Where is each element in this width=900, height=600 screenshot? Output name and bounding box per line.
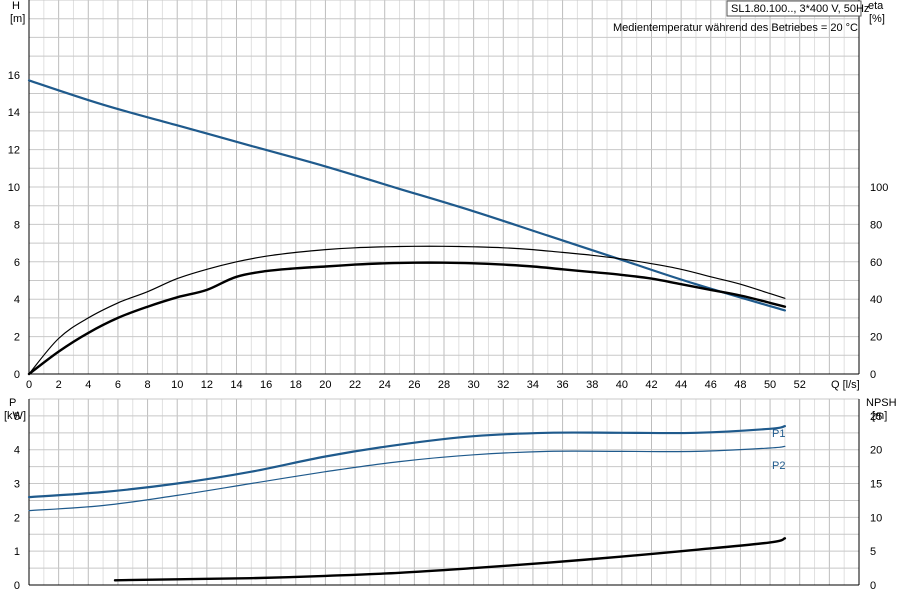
- top-left-tick-label: 14: [8, 107, 20, 119]
- bottom-grid: [28, 398, 860, 586]
- bottom-left-tick-label: 2: [14, 512, 20, 524]
- top-x-tick-label: 28: [438, 379, 450, 391]
- top-x-tick-label: 10: [171, 379, 183, 391]
- left-axis-label-h: H: [12, 0, 20, 12]
- top-x-tick-label: 34: [527, 379, 539, 391]
- series-label-p2: P2: [772, 460, 785, 472]
- top-x-tick-label: 20: [319, 379, 331, 391]
- bottom-left-tick-label: 1: [14, 546, 20, 558]
- top-x-tick-label: 4: [85, 379, 91, 391]
- top-x-tick-label: 6: [115, 379, 121, 391]
- bottom-left-tick-label: 0: [14, 580, 20, 592]
- top-x-tick-label: 8: [145, 379, 151, 391]
- bottom-right-tick-label: 20: [870, 445, 882, 457]
- top-x-tick-label: 42: [645, 379, 657, 391]
- chart-canvas: 02468101214160204060801000 2 4 6 8 10 12 14 16 18…: [4, 0, 897, 592]
- top-x-tick-label: 24: [379, 379, 391, 391]
- top-left-tick-label: 6: [14, 257, 20, 269]
- bottom-right-tick-label: 5: [870, 546, 876, 558]
- bottom-right-tick-label: 15: [870, 479, 882, 491]
- bottom-left-tick-label: 3: [14, 479, 20, 491]
- top-left-tick-label: 8: [14, 219, 20, 231]
- top-x-tick-label: 18: [290, 379, 302, 391]
- top-x-tick-label: 38: [586, 379, 598, 391]
- top-right-tick-label: 20: [870, 332, 882, 344]
- right-axis-unit-m: [m]: [872, 410, 887, 422]
- top-x-tick-label: 44: [675, 379, 687, 391]
- bottom-right-tick-label: 10: [870, 512, 882, 524]
- top-x-tick-label: 32: [497, 379, 509, 391]
- top-grid: [28, 0, 860, 375]
- top-x-tick-label: 52: [794, 379, 806, 391]
- left-axis-label-p: P: [9, 397, 16, 409]
- top-x-tick-label: 14: [230, 379, 242, 391]
- bottom-left-tick-label: 4: [14, 445, 20, 457]
- pump-performance-chart: 0 2 4 6 8 10 12 14 16 0 20 40 60 80 100 0 2 4 6 8 10 12 14 16 18…: [0, 0, 900, 600]
- bottom-right-tick-label: 0: [870, 580, 876, 592]
- top-left-tick-label: 4: [14, 294, 20, 306]
- top-x-tick-label: 2: [56, 379, 62, 391]
- top-left-tick-label: 10: [8, 182, 20, 194]
- top-x-tick-label: 40: [616, 379, 628, 391]
- top-left-tick-label: 12: [8, 145, 20, 157]
- top-x-tick-label: 26: [408, 379, 420, 391]
- top-x-tick-label: 30: [468, 379, 480, 391]
- top-x-tick-label: 12: [201, 379, 213, 391]
- top-x-tick-label: 48: [734, 379, 746, 391]
- series-label-p1: P1: [772, 428, 785, 440]
- top-left-tick-label: 16: [8, 70, 20, 82]
- top-right-tick-label: 100: [870, 182, 888, 194]
- top-x-tick-label: 22: [349, 379, 361, 391]
- right-axis-label-npsh: NPSH: [866, 397, 897, 409]
- right-axis-label-eta: eta: [868, 0, 884, 12]
- top-x-tick-label: 36: [556, 379, 568, 391]
- top-right-tick-label: 80: [870, 219, 882, 231]
- top-left-tick-label: 0: [14, 369, 20, 381]
- right-axis-unit-percent: [%]: [869, 13, 885, 25]
- left-axis-unit-kw: [kW]: [4, 410, 26, 422]
- top-right-tick-label: 60: [870, 257, 882, 269]
- top-x-tick-label: 50: [764, 379, 776, 391]
- top-right-tick-label: 0: [870, 369, 876, 381]
- top-right-tick-label: 40: [870, 294, 882, 306]
- pump-model-text: SL1.80.100.., 3*400 V, 50Hz: [731, 3, 869, 15]
- top-x-tick-label: 0: [26, 379, 32, 391]
- top-x-tick-label: 46: [705, 379, 717, 391]
- medium-temperature-text: Medientemperatur während des Betriebes =…: [613, 22, 858, 34]
- top-left-tick-label: 2: [14, 332, 20, 344]
- left-axis-unit-m: [m]: [10, 13, 25, 25]
- x-axis-label: Q [l/s]: [831, 379, 860, 391]
- top-x-tick-label: 16: [260, 379, 272, 391]
